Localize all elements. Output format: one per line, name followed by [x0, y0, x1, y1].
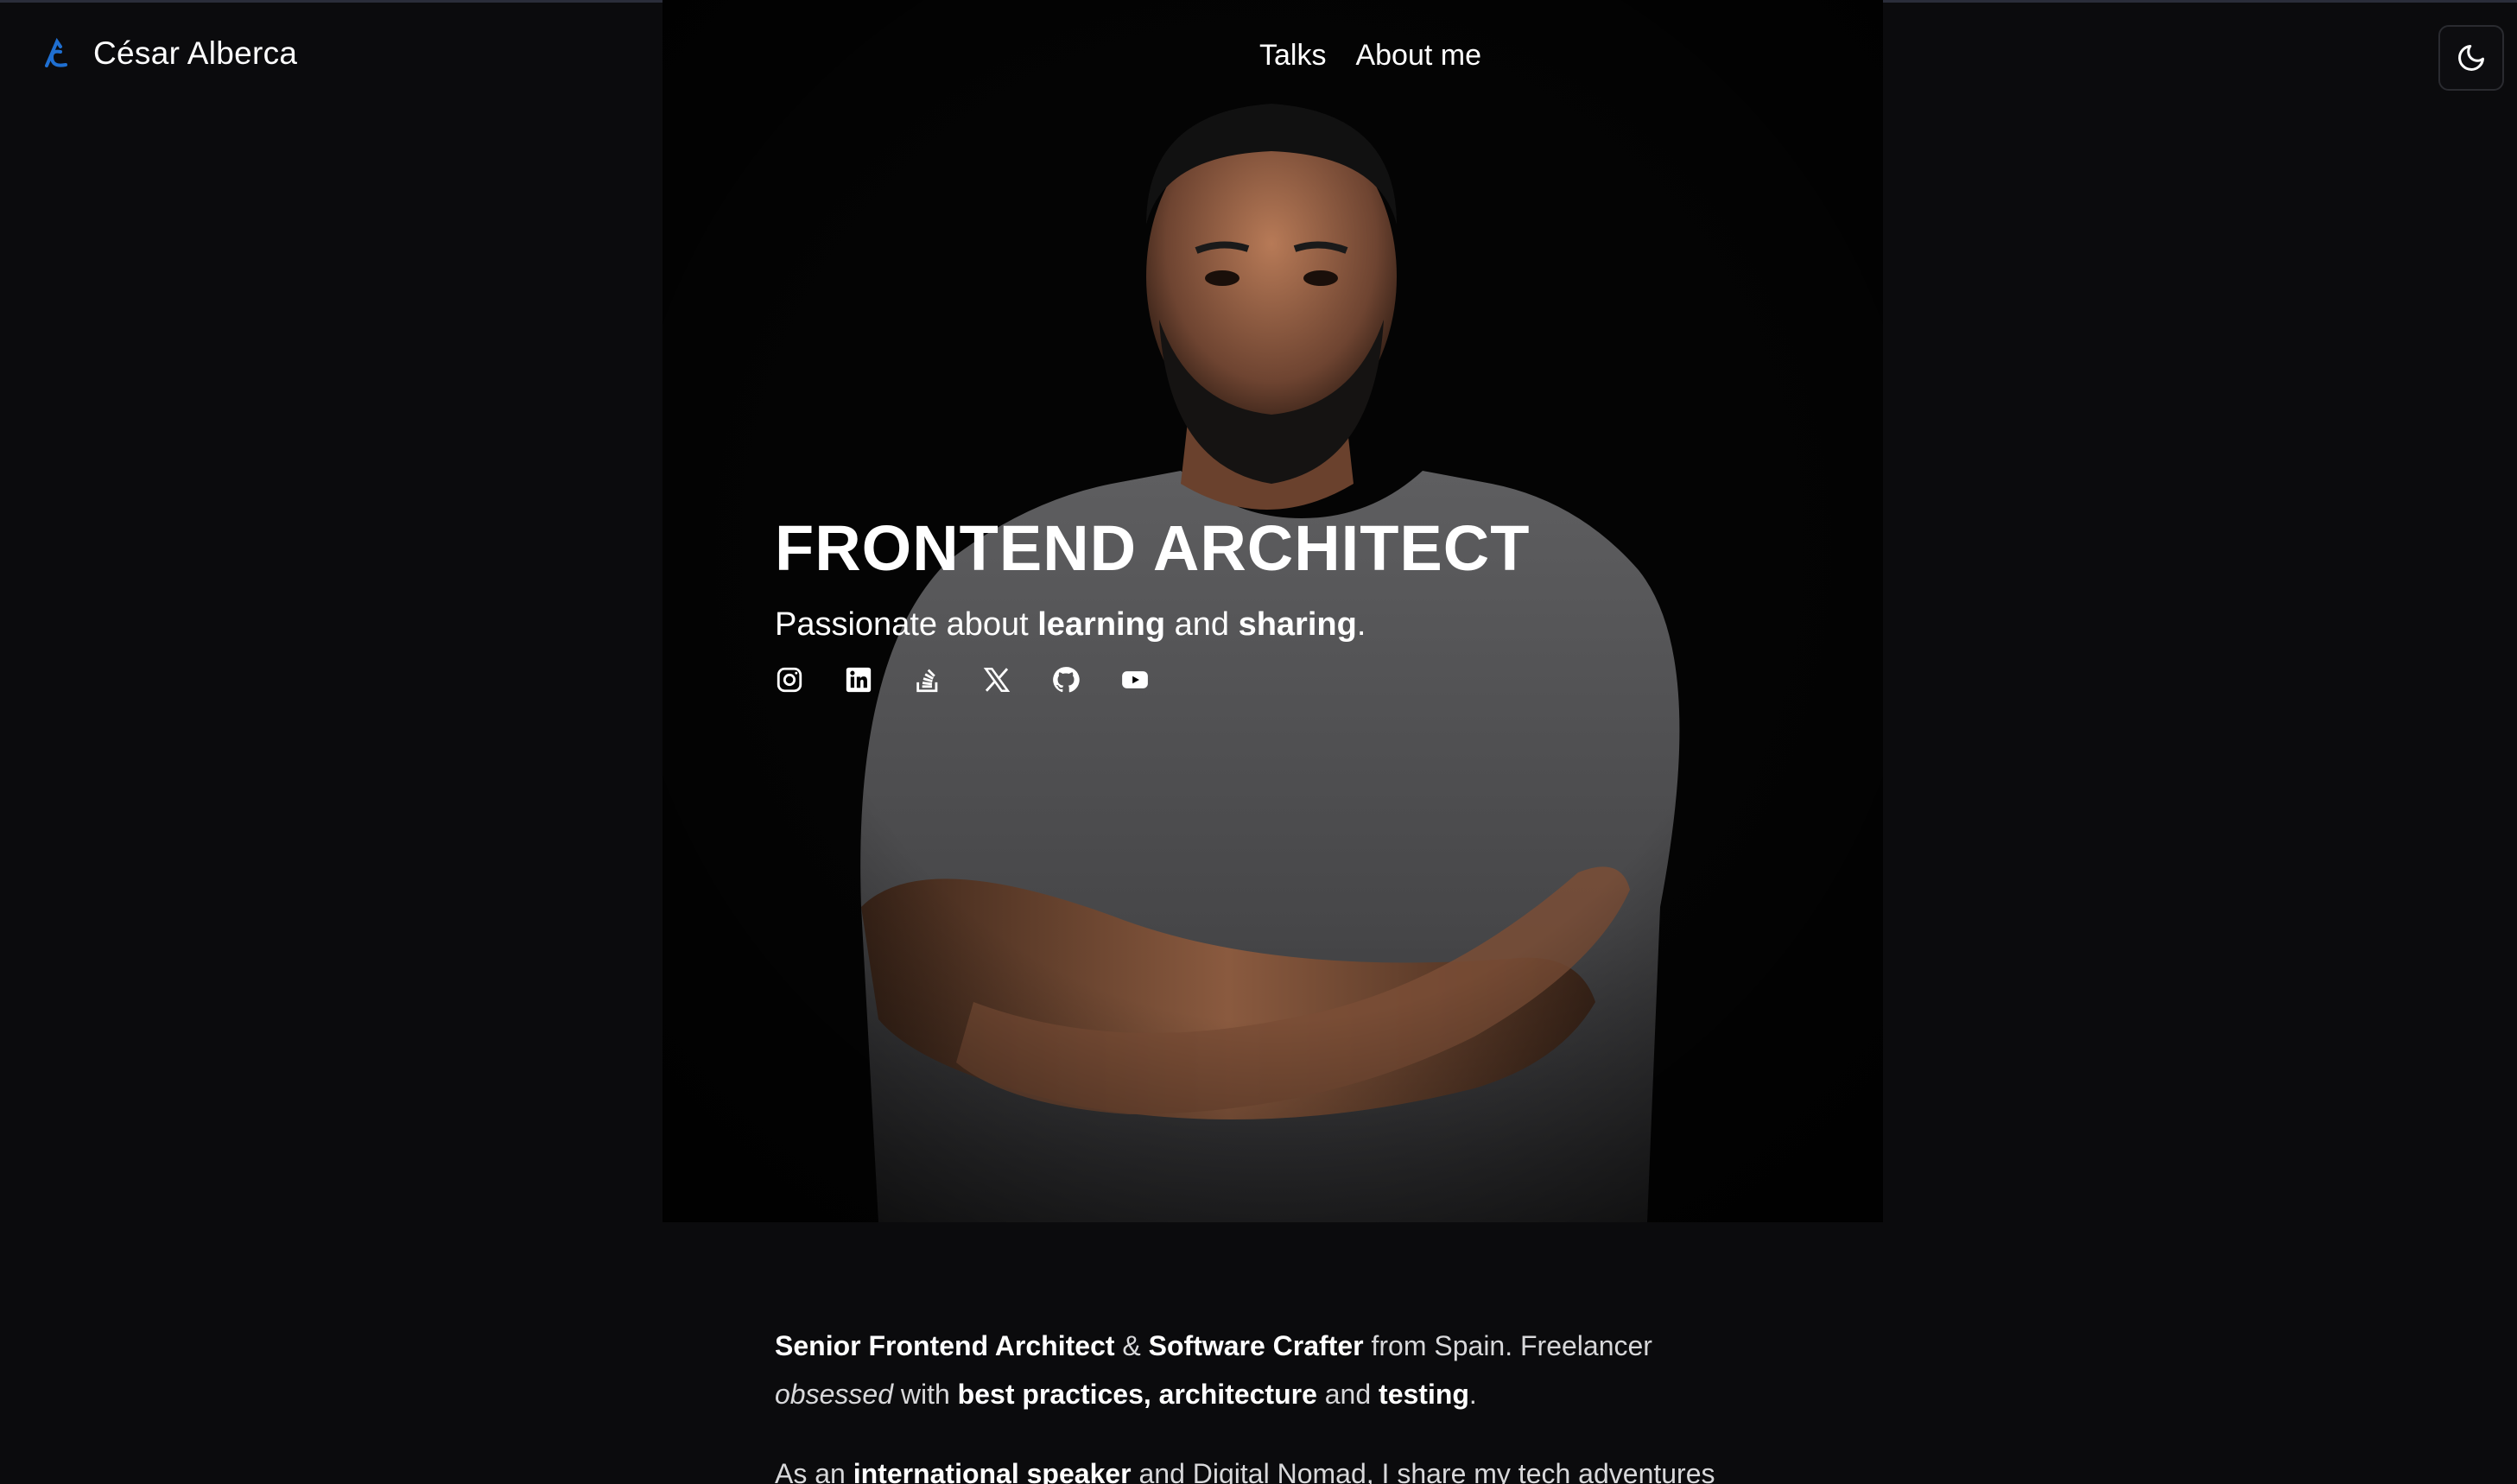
social-links — [775, 665, 1530, 694]
bio-text: with — [892, 1379, 958, 1410]
brand-name: César Alberca — [93, 35, 298, 71]
hero-section: FRONTEND ARCHITECT Passionate about lear… — [663, 0, 1883, 1222]
bio-text: & — [1114, 1330, 1149, 1361]
bio-text: . — [1468, 1379, 1477, 1410]
bio-emphasis: Senior Frontend Architect — [775, 1330, 1115, 1361]
subtitle-emphasis-sharing: sharing — [1238, 606, 1357, 643]
nav-about-me[interactable]: About me — [1355, 39, 1481, 73]
subtitle-text: and — [1165, 606, 1239, 643]
bio-text: and Digital Nomad, I share my tech adven… — [1131, 1458, 1715, 1484]
bio-paragraph-2: As an international speaker and Digital … — [775, 1449, 1777, 1484]
bio-text: from Spain. Freelancer — [1363, 1330, 1652, 1361]
hero-text: FRONTEND ARCHITECT Passionate about lear… — [775, 510, 1530, 694]
main-nav: Talks About me — [1259, 39, 1481, 73]
linkedin-icon[interactable] — [844, 665, 873, 694]
hero-title: FRONTEND ARCHITECT — [775, 512, 1531, 584]
bio-section: Senior Frontend Architect & Software Cra… — [775, 1322, 1777, 1484]
github-icon[interactable] — [1051, 665, 1081, 694]
instagram-icon[interactable] — [775, 665, 804, 694]
nav-talks[interactable]: Talks — [1259, 39, 1326, 73]
logo-icon — [45, 37, 67, 67]
bio-emphasis: Software Crafter — [1148, 1330, 1364, 1361]
page: FRONTEND ARCHITECT Passionate about lear… — [0, 0, 2517, 1484]
brand-link[interactable]: César Alberca — [40, 35, 297, 72]
youtube-icon[interactable] — [1120, 665, 1150, 694]
bio-emphasis: testing — [1379, 1379, 1469, 1410]
subtitle-text: . — [1356, 606, 1366, 643]
moon-icon — [2458, 45, 2484, 71]
bio-emphasis: international speaker — [853, 1458, 1132, 1484]
x-icon[interactable] — [982, 665, 1011, 694]
subtitle-text: Passionate about — [775, 606, 1038, 643]
theme-toggle-button[interactable] — [2438, 25, 2504, 91]
bio-emphasis: best practices, architecture — [957, 1379, 1317, 1410]
hero-subtitle: Passionate about learning and sharing. — [775, 603, 1530, 646]
bio-text: As an — [775, 1458, 853, 1484]
bio-italic: obsessed — [775, 1379, 893, 1410]
site-header: César Alberca Talks About me — [0, 3, 2517, 111]
subtitle-emphasis-learning: learning — [1037, 606, 1166, 643]
stackoverflow-icon[interactable] — [913, 665, 942, 694]
bio-text: and — [1316, 1379, 1379, 1410]
bio-paragraph-1: Senior Frontend Architect & Software Cra… — [775, 1322, 1777, 1418]
